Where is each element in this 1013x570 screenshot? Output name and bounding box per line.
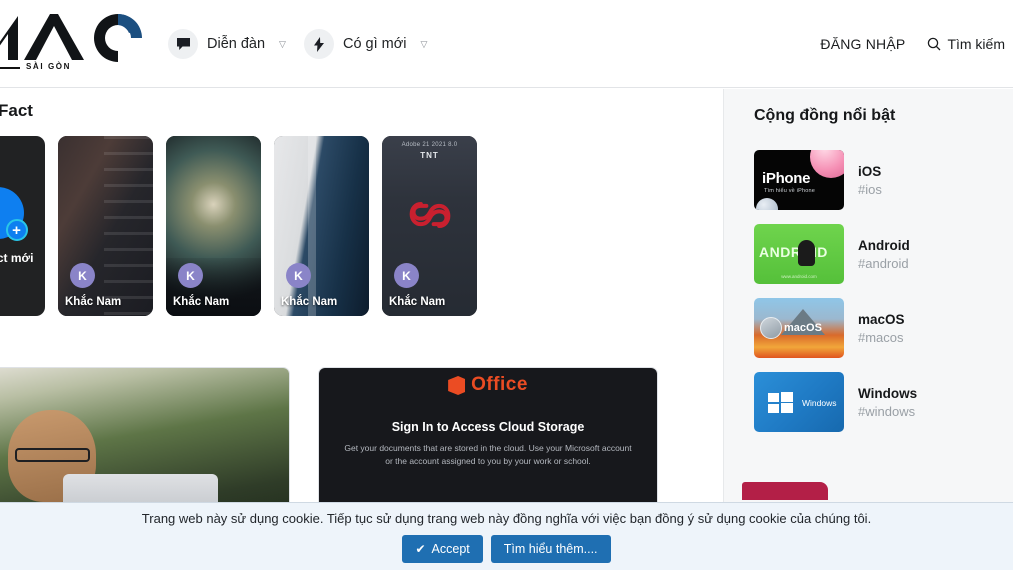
- community-list: iPhone Tìm hiểu về iPhone iOS #ios ANDRO…: [754, 150, 999, 446]
- community-name: Windows: [858, 385, 918, 401]
- android-robot-icon: [798, 240, 815, 266]
- lightning-bolt-icon: [303, 29, 334, 59]
- logo-mark: [0, 6, 158, 62]
- fact-thumbnail: [166, 136, 261, 316]
- create-fact-card[interactable]: + Tạo fact mới: [0, 136, 45, 316]
- ios-tile-text: iPhone: [762, 170, 811, 187]
- login-button[interactable]: ĐĂNG NHẬP: [820, 36, 905, 52]
- avatar: K: [178, 263, 203, 288]
- nav-label-whats-new: Có gì mới: [342, 36, 407, 52]
- macos-tile-text: macOS: [784, 322, 822, 334]
- gradient-sphere-icon: [810, 150, 844, 178]
- community-name: macOS: [858, 311, 905, 327]
- primary-nav: Diễn đàn ▽ Có gì mới ▽: [168, 0, 427, 88]
- sidebar: Cộng đồng nổi bật iPhone Tìm hiểu về iPh…: [723, 89, 1013, 570]
- sidebar-item-macos[interactable]: macOS macOS #macos: [754, 298, 999, 358]
- promo-banner[interactable]: [742, 482, 828, 500]
- fact-card[interactable]: K Khắc Nam: [274, 136, 369, 316]
- cookie-consent-bar: Trang web này sử dụng cookie. Tiếp tục s…: [0, 502, 1013, 570]
- fact-thumbnail: [274, 136, 369, 316]
- check-icon: ✔: [415, 541, 426, 556]
- community-meta: macOS #macos: [858, 312, 905, 345]
- avatar: K: [394, 263, 419, 288]
- office-logo: Office: [448, 374, 528, 396]
- community-name: iOS: [858, 163, 882, 179]
- cookie-message: Trang web này sử dụng cookie. Tiếp tục s…: [141, 510, 872, 526]
- nav-item-whats-new[interactable]: Có gì mới ▽: [303, 29, 428, 59]
- logo-subtitle: SÀI GÒN: [26, 62, 71, 71]
- community-name: Android: [858, 237, 910, 253]
- plus-icon: +: [5, 219, 28, 241]
- community-meta: iOS #ios: [858, 164, 882, 197]
- community-tag: #ios: [858, 181, 882, 197]
- macos-badge-icon: [760, 317, 782, 339]
- avatar: K: [286, 263, 311, 288]
- fact-thumbnail: [58, 136, 153, 316]
- ios-tile-subtext: Tìm hiểu về iPhone: [764, 188, 815, 194]
- accept-cookies-button[interactable]: ✔ Accept: [402, 534, 483, 563]
- chevron-down-icon: ▽: [279, 38, 286, 49]
- nav-item-forum[interactable]: Diễn đàn ▽: [168, 29, 286, 59]
- fact-card[interactable]: K Khắc Nam: [58, 136, 153, 316]
- main-content: Fact + Tạo fact mới K Khắc Nam K Khắc Na…: [0, 89, 723, 570]
- chevron-down-icon: ▽: [420, 38, 428, 49]
- community-meta: Windows #windows: [858, 386, 917, 419]
- office-card-title: Sign In to Access Cloud Storage: [391, 420, 585, 434]
- windows-logo-icon: [768, 392, 794, 414]
- sidebar-title: Cộng đồng nổi bật: [754, 107, 896, 124]
- office-card-subtitle: Get your documents that are stored in th…: [344, 443, 632, 467]
- logo-rule: [0, 67, 20, 69]
- fact-thumbnail: Adobe 21 2021 8.0 TNT: [382, 136, 477, 316]
- page-title: Fact: [0, 101, 33, 120]
- mac-logo-icon: [0, 14, 142, 62]
- page-root: SÀI GÒN Diễn đàn ▽ Có gì mới ▽ ĐĂNG NHẬP: [0, 0, 1013, 570]
- nav-label-forum: Diễn đàn: [207, 36, 266, 52]
- windows-tile-thumbnail: Windows: [754, 372, 844, 432]
- create-fact-label: Tạo fact mới: [0, 251, 34, 265]
- fact-overlay-title: TNT: [420, 151, 439, 160]
- sidebar-item-windows[interactable]: Windows Windows #windows: [754, 372, 999, 432]
- create-fact-circle-icon: +: [0, 187, 28, 241]
- fact-author-name: Khắc Nam: [173, 296, 230, 308]
- learn-more-button[interactable]: Tìm hiểu thêm....: [490, 534, 611, 563]
- fact-story-list: + Tạo fact mới K Khắc Nam K Khắc Nam K K…: [0, 136, 477, 316]
- search-button[interactable]: Tìm kiếm: [927, 36, 1005, 52]
- fact-author-name: Khắc Nam: [389, 296, 446, 308]
- ios-tile-thumbnail: iPhone Tìm hiểu về iPhone: [754, 150, 844, 210]
- android-tile-thumbnail: ANDROID www.android.com: [754, 224, 844, 284]
- sidebar-item-ios[interactable]: iPhone Tìm hiểu về iPhone iOS #ios: [754, 150, 999, 210]
- office-brand-label: Office: [471, 374, 528, 395]
- community-tag: #android: [858, 255, 909, 271]
- glasses-shape: [15, 448, 90, 463]
- android-tile-text: ANDROID: [759, 244, 828, 260]
- android-tile-subtext: www.android.com: [781, 274, 817, 279]
- cookie-actions: ✔ Accept Tìm hiểu thêm....: [402, 534, 611, 563]
- avatar: K: [70, 263, 95, 288]
- search-label: Tìm kiếm: [947, 36, 1005, 52]
- community-meta: Android #android: [858, 238, 910, 271]
- search-icon: [928, 37, 941, 51]
- community-tag: #windows: [858, 403, 916, 419]
- office-icon: [448, 375, 466, 395]
- accept-label: Accept: [431, 541, 470, 556]
- community-tag: #macos: [858, 329, 904, 345]
- fact-author-name: Khắc Nam: [65, 296, 122, 308]
- fact-card[interactable]: K Khắc Nam: [166, 136, 261, 316]
- macos-tile-thumbnail: macOS: [754, 298, 844, 358]
- fact-overlay-top: Adobe 21 2021 8.0 TNT: [382, 142, 477, 160]
- header-actions: ĐĂNG NHẬP Tìm kiếm: [820, 0, 1005, 88]
- site-header: SÀI GÒN Diễn đàn ▽ Có gì mới ▽ ĐĂNG NHẬP: [0, 0, 1013, 88]
- sidebar-item-android[interactable]: ANDROID www.android.com Android #android: [754, 224, 999, 284]
- gradient-sphere-icon: [756, 198, 778, 210]
- creative-cloud-icon: [409, 202, 450, 229]
- fact-author-name: Khắc Nam: [281, 296, 338, 308]
- windows-tile-text: Windows: [802, 398, 837, 408]
- fact-card[interactable]: Adobe 21 2021 8.0 TNT K Khắc Nam: [382, 136, 477, 316]
- site-logo[interactable]: SÀI GÒN: [0, 6, 158, 80]
- forum-bubble-icon: [168, 29, 198, 59]
